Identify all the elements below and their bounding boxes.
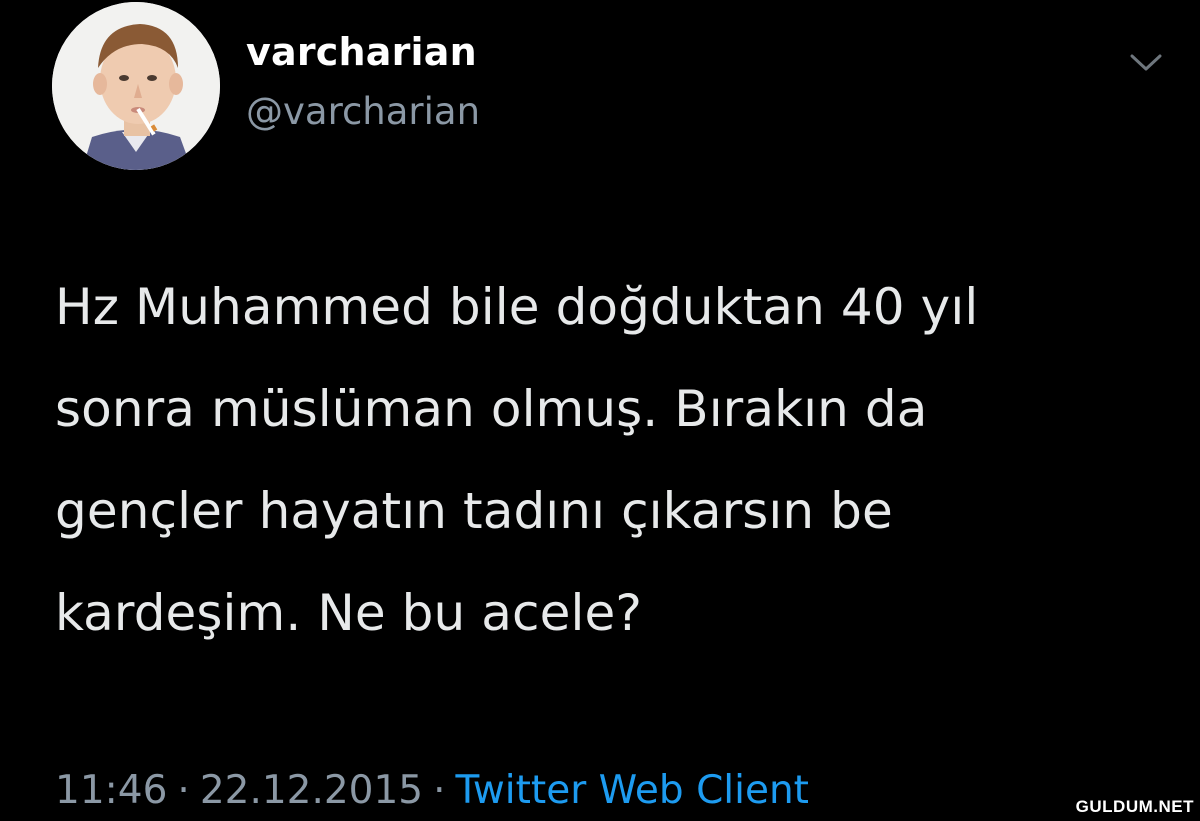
tweet-metadata: 11:46 · 22.12.2015 · Twitter Web Client xyxy=(55,768,809,813)
avatar-photo xyxy=(52,2,220,170)
meta-separator: · xyxy=(177,768,190,813)
chevron-down-icon[interactable] xyxy=(1126,50,1166,76)
tweet-date[interactable]: 22.12.2015 xyxy=(200,768,423,813)
tweet-text-line: gençler hayatın tadını çıkarsın be xyxy=(55,482,893,540)
tweet-text-line: kardeşim. Ne bu acele? xyxy=(55,584,642,642)
meta-separator: · xyxy=(433,768,446,813)
tweet-text-line: Hz Muhammed bile doğduktan 40 yıl xyxy=(55,278,979,336)
tweet-time[interactable]: 11:46 xyxy=(55,768,167,813)
tweet-text-line: sonra müslüman olmuş. Bırakın da xyxy=(55,380,928,438)
watermark: GULDUM.NET xyxy=(1075,797,1194,816)
tweet-text: Hz Muhammed bile doğduktan 40 yıl sonra … xyxy=(55,256,1165,664)
tweet-card: varcharian @varcharian Hz Muhammed bile … xyxy=(0,0,1200,821)
author-display-name[interactable]: varcharian xyxy=(246,30,477,74)
avatar[interactable] xyxy=(52,2,220,170)
tweet-source-link[interactable]: Twitter Web Client xyxy=(456,768,809,813)
author-handle[interactable]: @varcharian xyxy=(246,90,480,133)
